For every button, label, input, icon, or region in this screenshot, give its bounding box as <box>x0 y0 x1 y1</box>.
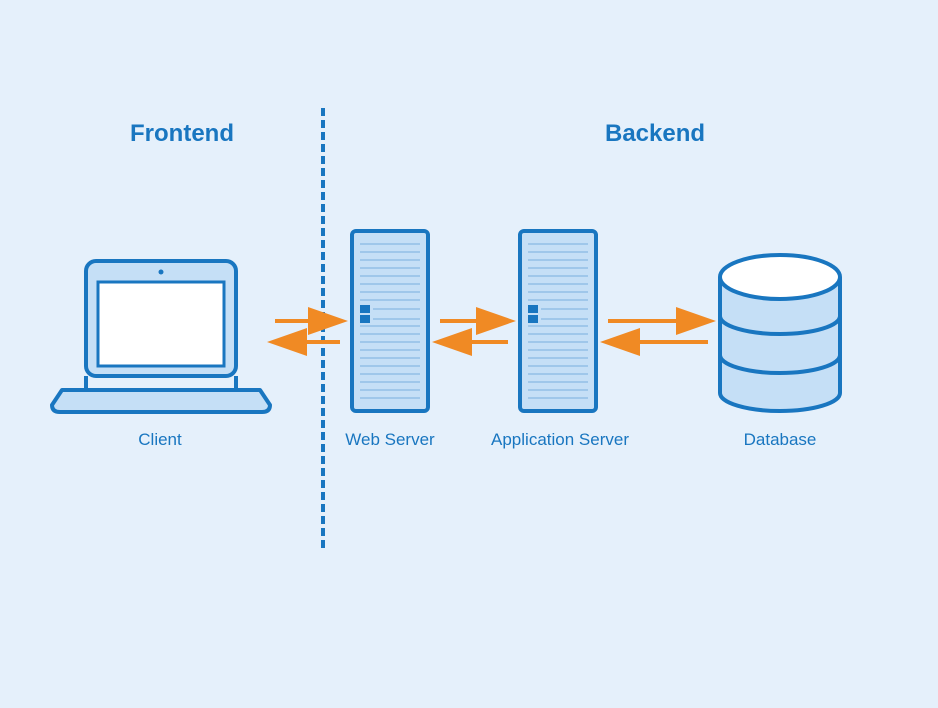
app-server-icon <box>520 231 596 411</box>
web-server-icon <box>352 231 428 411</box>
database-label: Database <box>680 430 880 450</box>
app-server-label: Application Server <box>460 430 660 450</box>
frontend-heading: Frontend <box>130 120 234 148</box>
laptop-icon <box>52 261 270 412</box>
diagram-canvas <box>0 0 938 708</box>
arrows-appserver-database <box>608 321 708 342</box>
arrows-client-webserver <box>275 321 340 342</box>
arrows-webserver-appserver <box>440 321 508 342</box>
database-icon <box>720 255 840 411</box>
client-label: Client <box>60 430 260 450</box>
frontend-backend-divider <box>321 108 325 548</box>
backend-heading: Backend <box>605 120 705 148</box>
